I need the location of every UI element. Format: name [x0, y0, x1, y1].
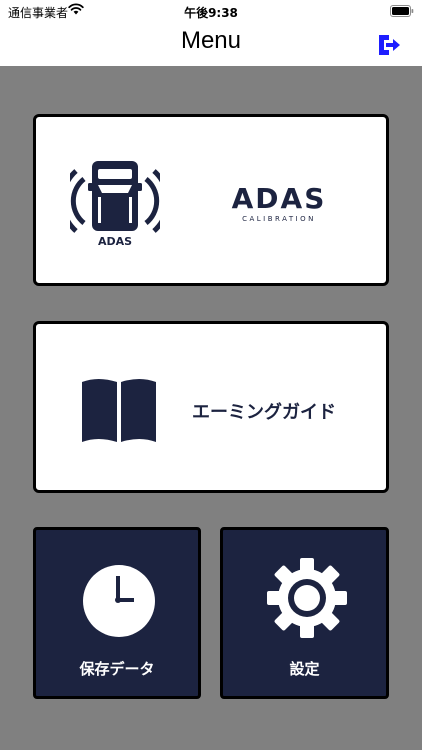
saved-data-button[interactable]: 保存データ — [33, 527, 201, 699]
clock-icon — [83, 565, 155, 637]
adas-logo: ADAS — [231, 182, 327, 215]
page-title: Menu — [180, 27, 242, 54]
adas-logo-subtitle: CALIBRATION — [242, 215, 316, 223]
book-icon — [82, 379, 156, 442]
status-bar: 通信事業者 午後9:38 — [0, 0, 422, 24]
logout-icon[interactable] — [376, 32, 402, 58]
status-time: 午後9:38 — [184, 6, 238, 20]
aiming-guide-label: エーミングガイド — [192, 402, 336, 423]
aiming-guide-button[interactable]: エーミングガイド — [33, 321, 389, 493]
menu-content: ADAS ADAS CALIBRATION エーミングガイド 保存データ 設定 — [0, 66, 422, 750]
nav-bar: Menu — [0, 24, 422, 66]
adas-calibration-button[interactable]: ADAS ADAS CALIBRATION — [33, 114, 389, 286]
saved-data-label: 保存データ — [79, 660, 155, 678]
adas-icon-label: ADAS — [97, 235, 133, 248]
gear-icon — [267, 558, 347, 638]
battery-icon — [390, 5, 414, 17]
settings-label: 設定 — [289, 660, 320, 678]
settings-button[interactable]: 設定 — [220, 527, 389, 699]
